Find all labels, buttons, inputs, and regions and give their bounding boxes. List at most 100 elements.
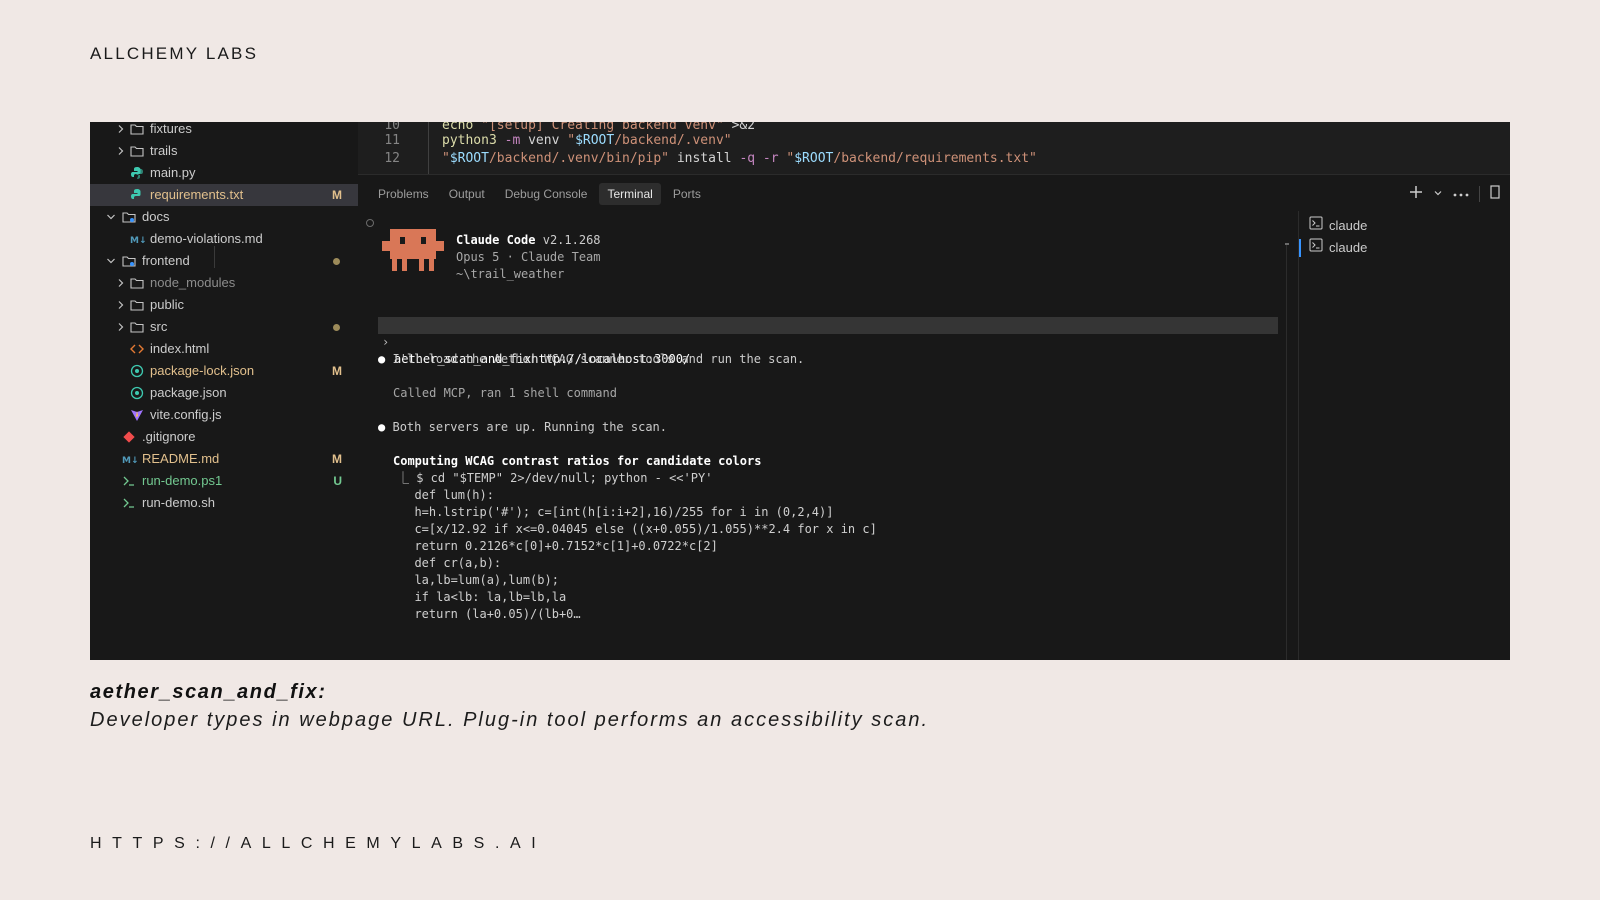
chevron-right-icon[interactable] [116, 322, 126, 332]
modified-dot-icon [333, 258, 340, 265]
code-token: $ROOT [575, 133, 615, 148]
tab-output[interactable]: Output [441, 183, 493, 205]
explorer-item-label: demo-violations.md [150, 231, 263, 246]
explorer-item[interactable]: package-lock.json M [90, 360, 358, 382]
user-prompt[interactable]: › aether_scan_and_fixhttp://localhost:30… [378, 317, 1278, 366]
svg-text:M↓: M↓ [130, 236, 146, 246]
explorer-item[interactable]: M↓ demo-violations.md [90, 228, 358, 250]
explorer-item-label: package-lock.json [150, 363, 255, 378]
shell-script-icon [122, 474, 136, 488]
code-token: venv [528, 133, 568, 148]
shell-script-icon [122, 496, 136, 510]
code-output-line: if la<lb: la,lb=lb,la [400, 590, 567, 604]
terminal-list: claude claude [1298, 211, 1510, 660]
explorer-item[interactable]: run-demo.ps1 U [90, 470, 358, 492]
modified-dot-icon [333, 324, 340, 331]
code-output-line: ⎿ $ cd "$TEMP" 2>/dev/null; python - <<'… [397, 471, 713, 485]
model-info: Opus 5 · Claude Team [456, 250, 601, 264]
explorer-item[interactable]: package.json [90, 382, 358, 404]
explorer-item[interactable]: public [90, 294, 358, 316]
code-editor[interactable]: 10 echo "[setup] Creating backend venv" >… [358, 122, 1510, 174]
bullet-icon: ● [378, 352, 386, 366]
claude-code-header: Claude Code v2.1.268 [456, 233, 601, 247]
explorer-item[interactable]: frontend [90, 250, 358, 272]
vscode-screenshot: fixtures trails main.py requirements.txt M do… [90, 122, 1510, 660]
explorer-item[interactable]: node_modules [90, 272, 358, 294]
text-file-icon [130, 188, 144, 202]
folder-icon [130, 276, 144, 290]
chevron-down-icon[interactable] [106, 256, 116, 266]
bottom-panel: Problems Output Debug Console Terminal Ports [358, 174, 1510, 660]
code-token: $ROOT [449, 151, 489, 166]
vite-file-icon [130, 408, 144, 422]
explorer-item[interactable]: vite.config.js [90, 404, 358, 426]
more-actions-icon[interactable] [1453, 185, 1469, 203]
explorer-item[interactable]: docs [90, 206, 358, 228]
code-output-line: return 0.2126*c[0]+0.7152*c[1]+0.0722*c[… [400, 539, 718, 553]
app-version: v2.1.268 [542, 233, 601, 247]
explorer-item[interactable]: requirements.txt M [90, 184, 358, 206]
explorer-item-label: .gitignore [142, 429, 196, 444]
explorer-item[interactable]: fixtures [90, 122, 358, 140]
panel-tabs: Problems Output Debug Console Terminal Ports [370, 183, 709, 207]
chevron-down-icon[interactable] [1433, 185, 1443, 203]
explorer-item-label: vite.config.js [150, 407, 222, 422]
html-file-icon [130, 342, 144, 356]
chevron-right-icon[interactable] [116, 300, 126, 310]
folder-icon [130, 320, 144, 334]
tab-ports[interactable]: Ports [665, 183, 709, 205]
git-status-badge: M [332, 364, 342, 378]
code-token: /backend/.venv" [614, 133, 732, 148]
prompt-chevron-icon: › [382, 335, 390, 349]
code-token: python3 [442, 133, 505, 148]
code-token: /backend/.venv/bin/pip" [488, 151, 677, 166]
code-text: "$ROOT/backend/.venv/bin/pip" install -q… [442, 149, 1037, 168]
code-output-line: la,lb=lum(a),lum(b); [400, 573, 559, 587]
terminal-instance-label: claude [1329, 240, 1368, 255]
explorer-item-label: run-demo.ps1 [142, 473, 223, 488]
terminal-output[interactable]: Claude Code v2.1.268 Opus 5 · Claude Tea… [358, 211, 1296, 660]
footer-url[interactable]: HTTPS://ALLCHEMYLABS.AI [90, 835, 546, 853]
chevron-right-icon[interactable] [116, 124, 126, 134]
tab-debug-console[interactable]: Debug Console [497, 183, 596, 205]
assistant-message: ● I'll load the Aether WCAG scanner tool… [378, 351, 804, 368]
explorer-item[interactable]: index.html [90, 338, 358, 360]
file-explorer: fixtures trails main.py requirements.txt M do… [90, 122, 359, 660]
chevron-right-icon[interactable] [116, 278, 126, 288]
git-status-badge: M [332, 188, 342, 202]
panel-actions [1409, 184, 1500, 204]
explorer-item-label: docs [142, 209, 170, 224]
svg-text:M↓: M↓ [122, 456, 138, 466]
chevron-down-icon[interactable] [106, 212, 116, 222]
code-output-line: def cr(a,b): [400, 556, 502, 570]
explorer-item-label: frontend [142, 253, 190, 268]
explorer-item-label: node_modules [150, 275, 236, 290]
maximize-panel-icon[interactable] [1490, 184, 1500, 204]
tab-terminal[interactable]: Terminal [599, 183, 661, 205]
assistant-message: ● Both servers are up. Running the scan. [378, 419, 667, 436]
explorer-item-label: package.json [150, 385, 227, 400]
terminal-instance[interactable]: claude [1298, 237, 1368, 259]
explorer-item[interactable]: trails [90, 140, 358, 162]
explorer-item[interactable]: run-demo.sh [90, 492, 358, 514]
new-terminal-icon[interactable] [1409, 185, 1423, 204]
python-file-icon [130, 166, 144, 180]
explorer-item-label: fixtures [150, 122, 192, 136]
indent-guide [428, 122, 429, 174]
explorer-item[interactable]: src [90, 316, 358, 338]
tab-problems[interactable]: Problems [370, 183, 437, 205]
chevron-right-icon[interactable] [116, 146, 126, 156]
git-status-badge: M [332, 452, 342, 466]
markdown-file-icon: M↓ [122, 452, 138, 466]
terminal-instance[interactable]: claude [1309, 215, 1367, 237]
terminal-scrollbar[interactable] [1286, 245, 1287, 660]
explorer-item[interactable]: main.py [90, 162, 358, 184]
explorer-item[interactable]: .gitignore [90, 426, 358, 448]
explorer-item-label: main.py [150, 165, 196, 180]
code-token: >&2 [731, 122, 756, 133]
status-circle-icon [366, 219, 374, 227]
folder-icon [130, 122, 144, 136]
explorer-item-label: README.md [142, 451, 220, 466]
explorer-item[interactable]: M↓ README.md M [90, 448, 358, 470]
code-token: -q -r [739, 151, 787, 166]
